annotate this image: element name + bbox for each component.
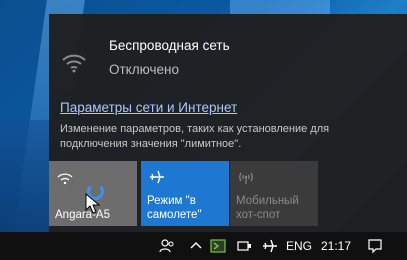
tray-app-icon xyxy=(210,239,226,253)
wifi-icon xyxy=(57,173,73,185)
airplane-icon xyxy=(150,170,164,184)
safely-remove-hardware-button[interactable] xyxy=(233,232,255,260)
airplane-mode-tile[interactable]: Режим "в самолете" xyxy=(141,161,229,226)
network-tray-button[interactable] xyxy=(259,232,281,260)
wallpaper-highlight xyxy=(230,0,330,14)
hotspot-icon xyxy=(239,172,253,184)
people-button[interactable] xyxy=(155,232,179,260)
wifi-tile-label: Angara-A5 xyxy=(55,209,110,221)
clock[interactable]: 21:17 xyxy=(316,232,356,260)
notification-icon xyxy=(368,239,382,254)
tray-app-button[interactable] xyxy=(207,232,229,260)
people-icon xyxy=(159,239,174,253)
network-status: Отключено xyxy=(109,62,179,77)
wifi-icon xyxy=(62,54,86,73)
input-language-indicator[interactable]: ENG xyxy=(285,232,313,260)
network-settings-link[interactable]: Параметры сети и Интернет xyxy=(60,100,237,115)
usb-icon xyxy=(237,241,251,251)
wifi-tile[interactable]: Angara-A5 xyxy=(49,161,137,226)
network-name: Беспроводная сеть xyxy=(109,38,230,53)
taskbar: ENG 21:17 xyxy=(0,232,407,260)
network-settings-description: Изменение параметров, таких как установл… xyxy=(60,123,330,150)
airplane-icon xyxy=(263,239,277,253)
mobile-hotspot-tile: Мобильный хот-спот xyxy=(230,161,318,226)
mobile-hotspot-tile-label: Мобильный хот-спот xyxy=(236,195,299,221)
airplane-mode-tile-label: Режим "в самолете" xyxy=(147,195,202,221)
action-center-button[interactable] xyxy=(364,232,386,260)
chevron-up-icon xyxy=(190,242,202,249)
network-flyout: Беспроводная сеть Отключено Параметры се… xyxy=(49,14,407,232)
show-hidden-icons-button[interactable] xyxy=(186,232,206,260)
